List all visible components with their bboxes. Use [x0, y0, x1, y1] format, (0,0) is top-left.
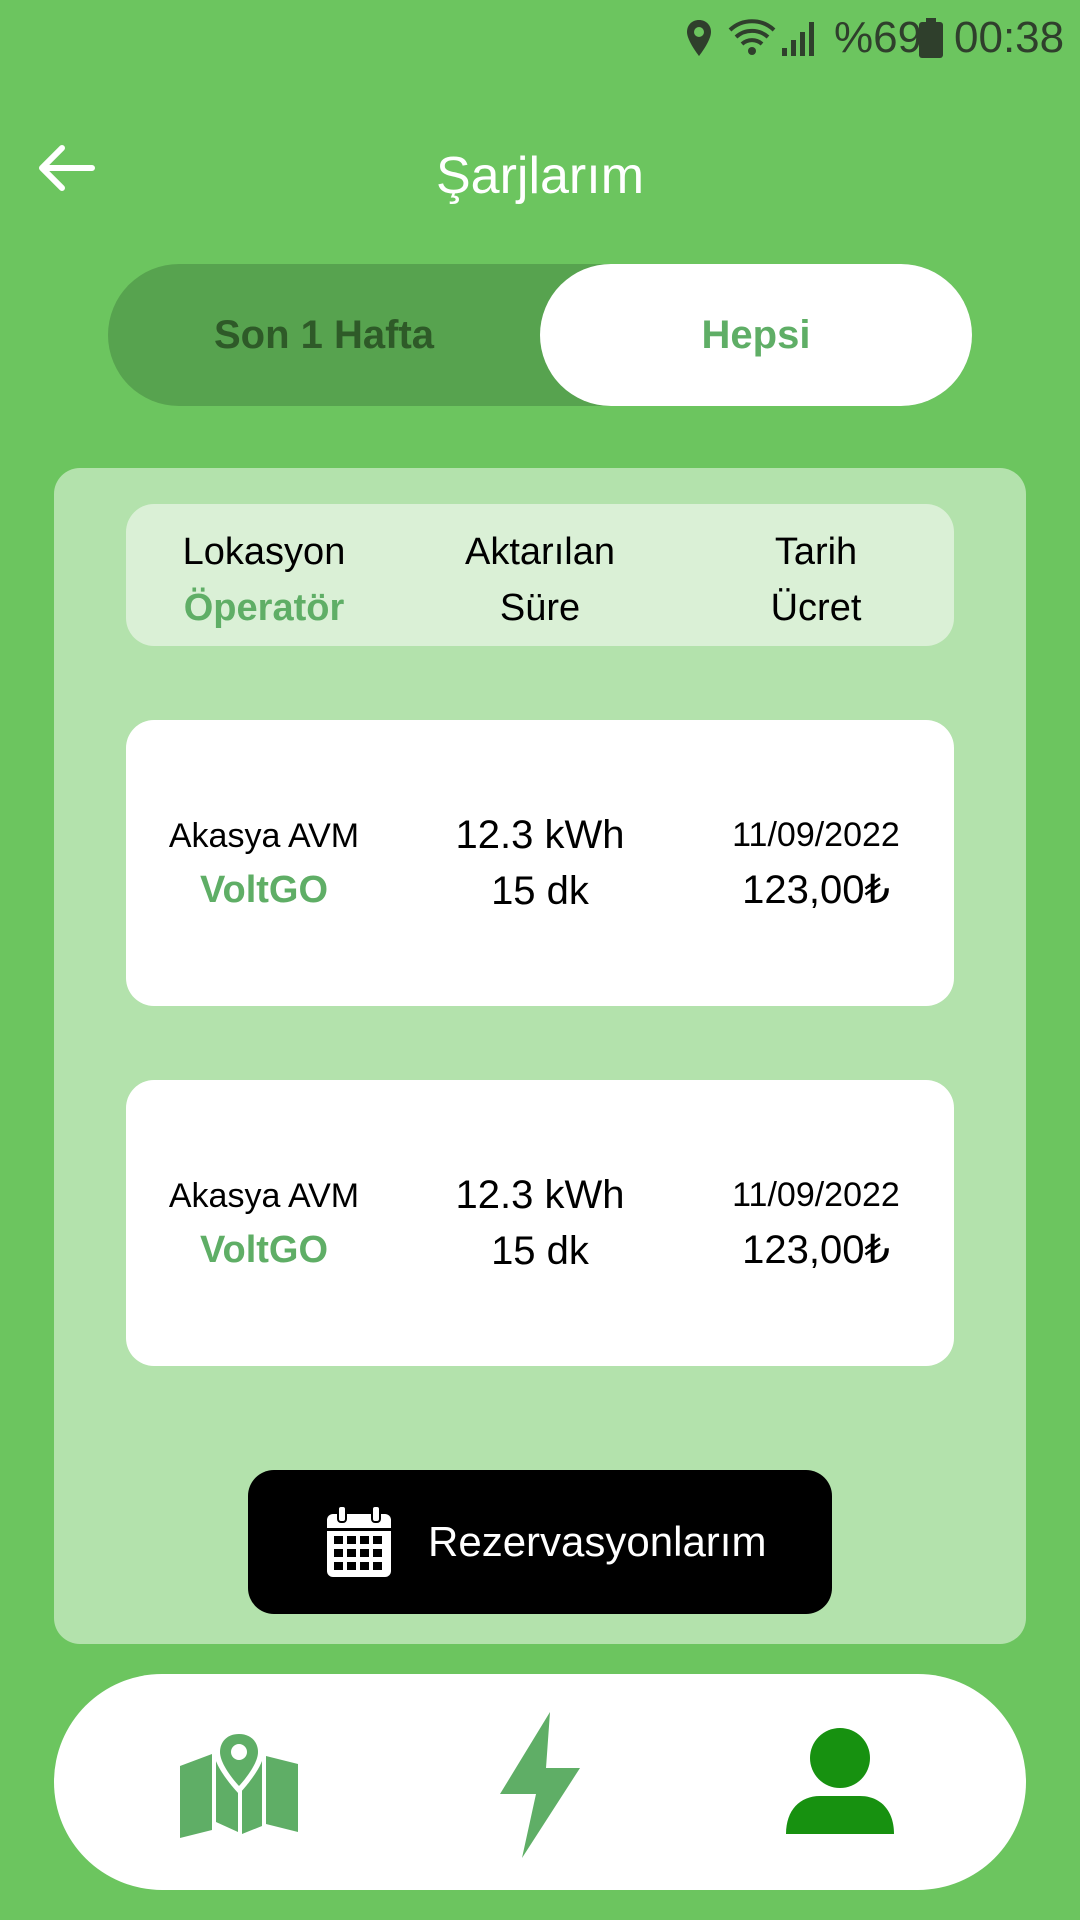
row-transfer-col: 12.3 kWh 15 dk: [402, 720, 678, 1006]
row-date: 11/09/2022: [732, 816, 900, 854]
header-col-transfer: Aktarılan Süre: [402, 524, 678, 636]
header-date-label: Tarih: [774, 531, 858, 573]
header-col-date: Tarih Ücret: [678, 524, 954, 636]
reservations-label: Rezervasyonlarım: [428, 1518, 767, 1565]
row-date-col: 11/09/2022 123,00₺: [678, 1080, 954, 1366]
header-location-label: Lokasyon: [182, 531, 346, 573]
row-location-col: Akasya AVM VoltGO: [126, 720, 402, 1006]
battery-percent: %69: [834, 13, 923, 62]
row-transfer-col: 12.3 kWh 15 dk: [402, 1080, 678, 1366]
header-operator-label: Öperatör: [183, 587, 345, 629]
header-price-label: Ücret: [770, 587, 862, 629]
page-title: Şarjlarım: [435, 147, 645, 205]
charge-row[interactable]: Akasya AVM VoltGO 12.3 kWh 15 dk 11/09/2…: [126, 720, 954, 1006]
nav-map[interactable]: [176, 1726, 302, 1843]
row-price: 123,00₺: [742, 868, 890, 912]
row-duration: 15 dk: [491, 869, 589, 913]
row-date: 11/09/2022: [732, 1176, 900, 1214]
row-energy: 12.3 kWh: [455, 813, 625, 857]
segment-last-week[interactable]: Son 1 Hafta: [108, 264, 540, 406]
reservations-button[interactable]: Rezervasyonlarım: [248, 1470, 832, 1614]
nav-profile[interactable]: [784, 1726, 896, 1843]
row-energy: 12.3 kWh: [455, 1173, 625, 1217]
battery-icon: [918, 10, 944, 66]
lightning-icon: [500, 1712, 580, 1858]
signal-icon: [780, 10, 820, 66]
header-transfer-label: Aktarılan: [465, 531, 615, 573]
row-location: Akasya AVM: [168, 817, 360, 855]
row-duration: 15 dk: [491, 1229, 589, 1273]
charge-row[interactable]: Akasya AVM VoltGO 12.3 kWh 15 dk 11/09/2…: [126, 1080, 954, 1366]
row-operator: VoltGO: [199, 1229, 329, 1271]
row-location-col: Akasya AVM VoltGO: [126, 1080, 402, 1366]
map-icon: [180, 1728, 298, 1838]
status-bar: %69 00:38: [0, 0, 1080, 75]
row-price: 123,00₺: [742, 1228, 890, 1272]
wifi-icon: [728, 10, 776, 66]
status-time: 00:38: [954, 13, 1065, 62]
header-col-location: Lokasyon Öperatör: [126, 524, 402, 636]
header-duration-label: Süre: [499, 587, 581, 629]
row-date-col: 11/09/2022 123,00₺: [678, 720, 954, 1006]
row-location: Akasya AVM: [168, 1177, 360, 1215]
bottom-navigation: [54, 1674, 1026, 1890]
location-icon: [684, 10, 714, 66]
table-header: Lokasyon Öperatör Aktarılan Süre Tarih Ü…: [126, 504, 954, 646]
row-operator: VoltGO: [199, 869, 329, 911]
nav-charging[interactable]: [498, 1710, 582, 1865]
profile-icon: [786, 1728, 894, 1834]
calendar-icon: [327, 1505, 391, 1577]
segment-all[interactable]: Hepsi: [540, 264, 972, 406]
